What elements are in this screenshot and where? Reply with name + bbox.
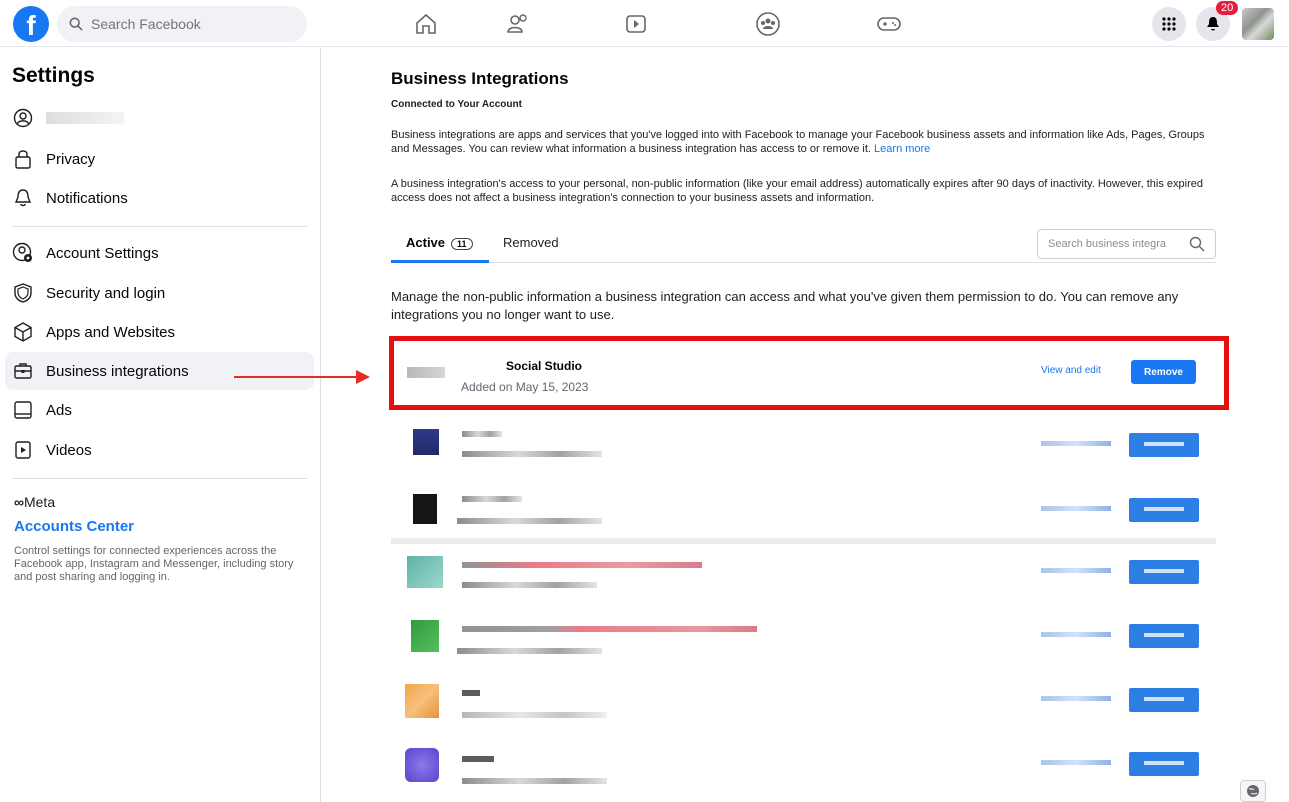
remove-button[interactable] (1129, 624, 1199, 648)
top-navigation-bar: f 20 (0, 0, 1289, 47)
app-logo (413, 429, 439, 455)
remove-button[interactable] (1129, 560, 1199, 584)
description-paragraph: Business integrations are apps and servi… (391, 129, 1205, 155)
home-icon[interactable] (411, 10, 441, 38)
accounts-center-description: Control settings for connected experienc… (14, 545, 294, 583)
view-and-edit-link[interactable] (1041, 696, 1111, 701)
remove-button[interactable] (1129, 433, 1199, 457)
sidebar-item-label: Privacy (46, 150, 96, 168)
sidebar-item-account[interactable] (5, 99, 314, 137)
sidebar-item-ads[interactable]: Ads (5, 391, 314, 429)
sidebar-item-security[interactable]: Security and login (5, 274, 314, 312)
search-box[interactable] (57, 6, 307, 42)
remove-button[interactable] (1129, 498, 1199, 522)
tab-removed[interactable]: Removed (503, 235, 559, 250)
app-logo (405, 748, 439, 782)
view-and-edit-link[interactable] (1041, 760, 1111, 765)
blurred-account-name (46, 112, 124, 124)
sidebar-item-label: Business integrations (46, 362, 189, 380)
integration-row-blurred (391, 668, 1216, 736)
friends-icon[interactable] (503, 10, 533, 38)
integration-tabs: Active 11 Removed Search business integra (391, 229, 1216, 263)
briefcase-icon (12, 360, 34, 382)
remove-button[interactable] (1129, 688, 1199, 712)
accounts-center-link[interactable]: Accounts Center (14, 518, 134, 535)
sidebar-item-label: Notifications (46, 189, 128, 207)
sidebar-item-label: Videos (46, 441, 92, 459)
sidebar-item-privacy[interactable]: Privacy (5, 140, 314, 178)
sidebar-item-videos[interactable]: Videos (5, 431, 314, 469)
video-icon (12, 439, 34, 461)
app-logo (413, 494, 437, 524)
app-logo (405, 684, 439, 718)
remove-button[interactable] (1129, 752, 1199, 776)
page-title: Business Integrations (391, 69, 569, 88)
search-input[interactable] (91, 16, 291, 32)
watch-icon[interactable] (621, 10, 651, 38)
shield-icon (12, 282, 34, 304)
cube-icon (12, 321, 34, 343)
bell-icon (12, 187, 34, 209)
search-icon (69, 17, 83, 31)
integration-row-blurred (391, 604, 1216, 672)
annotation-arrow (234, 376, 360, 378)
view-and-edit-link[interactable] (1041, 506, 1111, 511)
app-logo (411, 620, 439, 652)
view-and-edit-link[interactable] (1041, 441, 1111, 446)
view-and-edit-link[interactable] (1041, 568, 1111, 573)
integration-row-blurred (391, 478, 1216, 546)
account-settings-icon (12, 242, 34, 264)
settings-sidebar: Settings Privacy Notifications Account S… (0, 48, 321, 802)
account-circle-icon (12, 107, 34, 129)
highlight-box (389, 336, 1229, 410)
sidebar-divider (12, 226, 307, 227)
facebook-logo[interactable]: f (13, 6, 49, 42)
search-icon (1189, 236, 1205, 252)
learn-more-link[interactable]: Learn more (874, 143, 930, 155)
manage-description: Manage the non-public information a busi… (391, 289, 1179, 322)
ads-icon (12, 399, 34, 421)
view-and-edit-link[interactable] (1041, 632, 1111, 637)
tab-active[interactable]: Active 11 (406, 235, 473, 250)
sidebar-item-label: Account Settings (46, 244, 159, 262)
integration-row-blurred (391, 732, 1216, 800)
integration-row-blurred (391, 540, 1216, 608)
sidebar-title: Settings (12, 64, 95, 87)
sidebar-item-account-settings[interactable]: Account Settings (5, 234, 314, 272)
page-subtitle: Connected to Your Account (391, 99, 522, 110)
sidebar-item-business-integrations[interactable]: Business integrations (5, 352, 314, 390)
sidebar-item-apps[interactable]: Apps and Websites (5, 313, 314, 351)
active-count-badge: 11 (451, 238, 473, 250)
lock-icon (12, 148, 34, 170)
app-logo (407, 556, 443, 588)
sidebar-divider (12, 478, 307, 479)
business-search-input[interactable]: Search business integra (1037, 229, 1216, 259)
sidebar-item-label: Security and login (46, 284, 166, 302)
sidebar-item-label: Apps and Websites (46, 323, 175, 341)
menu-grid-icon[interactable] (1152, 7, 1186, 41)
annotation-arrow-head (356, 370, 370, 384)
meta-logo: ∞Meta (14, 494, 56, 510)
expiry-paragraph: A business integration's access to your … (391, 178, 1204, 204)
sidebar-item-notifications[interactable]: Notifications (5, 179, 314, 217)
sidebar-item-label: Ads (46, 401, 72, 419)
gaming-icon[interactable] (874, 10, 904, 38)
globe-icon[interactable] (1240, 780, 1266, 802)
groups-icon[interactable] (753, 10, 783, 38)
integration-row-blurred (391, 413, 1216, 481)
active-tab-indicator (391, 260, 489, 263)
profile-avatar[interactable] (1242, 8, 1274, 40)
notification-badge: 20 (1216, 1, 1239, 15)
